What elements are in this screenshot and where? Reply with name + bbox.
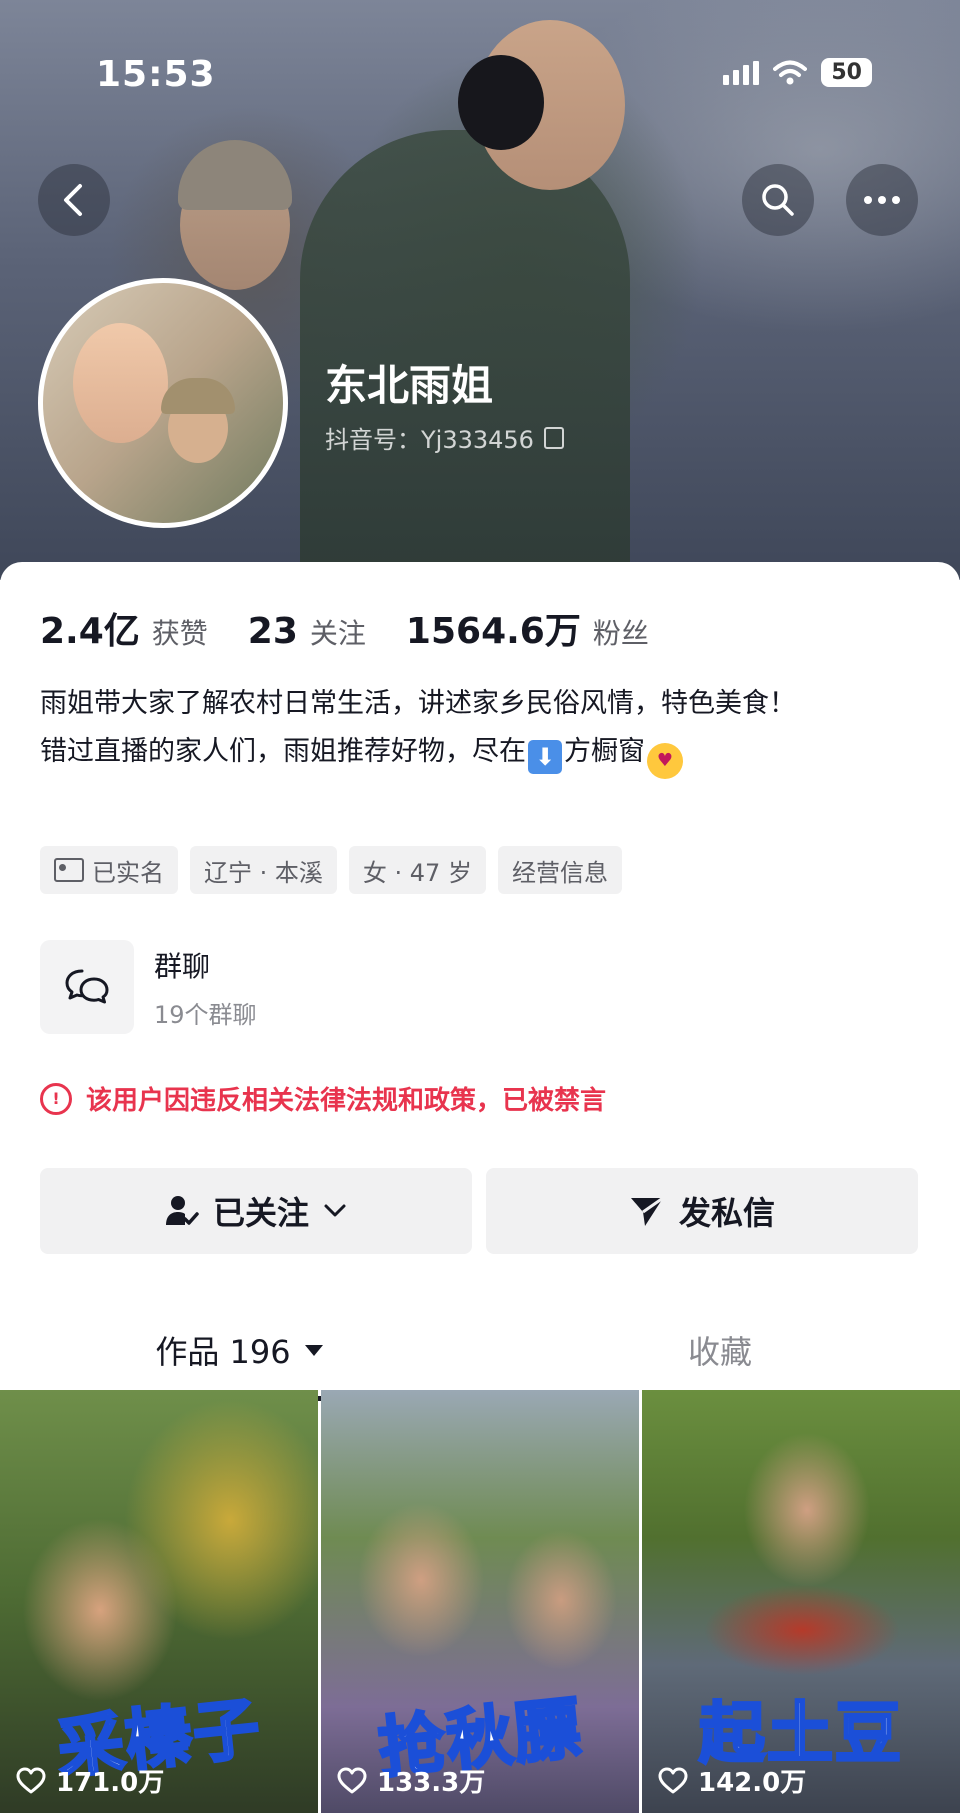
group-chat-count: 19个群聊 <box>154 1000 257 1029</box>
douyin-id[interactable]: 抖音号：Yj333456 <box>325 420 564 455</box>
video-like-count: 142.0万 <box>698 1768 807 1798</box>
video-thumbnail[interactable]: 起土豆 142.0万 <box>642 1390 960 1813</box>
chevron-down-icon <box>324 1204 346 1217</box>
profile-info-card: 2.4亿 获赞 23 关注 1564.6万 粉丝 雨姐带大家了解农村日常生活，讲… <box>0 562 960 1813</box>
tag-location[interactable]: 辽宁 · 本溪 <box>190 846 337 894</box>
video-like-count: 133.3万 <box>377 1768 486 1798</box>
tag-gender-age[interactable]: 女 · 47 岁 <box>348 846 486 894</box>
more-icon <box>864 196 900 204</box>
search-button[interactable] <box>742 164 814 236</box>
warning-icon: ! <box>40 1082 72 1115</box>
battery-indicator: 50 <box>821 58 872 87</box>
douyin-id-text: 抖音号：Yj333456 <box>325 426 534 454</box>
profile-page: 15:53 50 东北雨姐 抖音号：Yj333456 2.4亿 获赞 23 关注… <box>0 0 960 1813</box>
stat-value: 2.4亿 <box>40 611 140 652</box>
stat-label: 获赞 <box>151 617 208 650</box>
heart-icon <box>658 1767 688 1793</box>
bio: 雨姐带大家了解农村日常生活，讲述家乡民俗风情，特色美食！ 错过直播的家人们，雨姐… <box>40 680 920 779</box>
bio-line-2: 错过直播的家人们，雨姐推荐好物，尽在 ⬇ 方橱窗 ♥ <box>40 728 920 779</box>
signal-icon <box>723 60 760 85</box>
stat-following[interactable]: 23 关注 <box>248 611 366 652</box>
group-chat-icon-box <box>40 940 134 1034</box>
video-likes: 133.3万 <box>337 1762 485 1799</box>
stat-value: 1564.6万 <box>405 611 581 652</box>
tag-label: 辽宁 · 本溪 <box>204 858 323 887</box>
tag-business-info[interactable]: 经营信息 <box>497 846 622 894</box>
tag-label: 经营信息 <box>511 858 608 887</box>
user-check-icon <box>165 1196 199 1225</box>
video-thumbnail[interactable]: 采榛子 171.0万 <box>0 1390 318 1813</box>
video-grid: 采榛子 171.0万 抢秋膘 133.3万 起土豆 142.0万 <box>0 1390 960 1813</box>
tab-works[interactable]: 作品 196 <box>0 1302 480 1398</box>
bio-line-1: 雨姐带大家了解农村日常生活，讲述家乡民俗风情，特色美食！ <box>40 688 796 719</box>
video-like-count: 171.0万 <box>56 1768 165 1798</box>
stat-label: 粉丝 <box>592 617 649 650</box>
tab-favorites[interactable]: 收藏 <box>480 1302 960 1398</box>
chevron-left-icon <box>64 184 82 216</box>
more-button[interactable] <box>846 164 918 236</box>
video-thumbnail[interactable]: 抢秋膘 133.3万 <box>321 1390 639 1813</box>
stat-followers[interactable]: 1564.6万 粉丝 <box>406 602 649 654</box>
followed-label: 已关注 <box>212 1194 309 1232</box>
video-likes: 171.0万 <box>16 1762 164 1799</box>
send-message-button[interactable]: 发私信 <box>486 1168 918 1254</box>
caret-down-icon <box>304 1345 323 1356</box>
tab-favorites-label: 收藏 <box>687 1333 752 1371</box>
copy-icon[interactable] <box>543 426 564 449</box>
tag-label: 女 · 47 岁 <box>362 858 472 887</box>
kiss-emoji-icon: ♥ <box>647 743 683 779</box>
banned-notice: ! 该用户因违反相关法律法规和政策，已被禁言 <box>40 1080 606 1117</box>
send-icon <box>630 1196 664 1226</box>
group-chat-entry[interactable]: 群聊 19个群聊 <box>40 940 257 1034</box>
video-likes: 142.0万 <box>658 1762 806 1799</box>
back-button[interactable] <box>38 164 110 236</box>
tab-works-label: 作品 196 <box>155 1333 291 1371</box>
tag-verified[interactable]: 已实名 <box>40 846 178 894</box>
tags-row: 已实名 辽宁 · 本溪 女 · 47 岁 经营信息 <box>40 846 622 894</box>
stat-label: 关注 <box>309 617 366 650</box>
group-chat-text: 群聊 19个群聊 <box>154 945 257 1030</box>
wifi-icon <box>773 60 808 84</box>
status-icons: 50 <box>723 58 872 87</box>
heart-icon <box>16 1767 46 1793</box>
search-icon <box>762 184 794 216</box>
group-chat-title: 群聊 <box>154 949 211 983</box>
down-arrow-emoji-icon: ⬇ <box>528 740 562 774</box>
profile-name: 东北雨姐 <box>325 361 494 410</box>
id-card-icon <box>54 858 84 882</box>
bio-line-2-end: 方橱窗 <box>564 736 645 767</box>
content-tabs: 作品 196 收藏 <box>0 1302 960 1402</box>
followed-button[interactable]: 已关注 <box>40 1168 472 1254</box>
stat-value: 23 <box>247 611 298 652</box>
heart-icon <box>337 1767 367 1793</box>
send-message-label: 发私信 <box>678 1194 775 1232</box>
stats-row: 2.4亿 获赞 23 关注 1564.6万 粉丝 <box>40 602 689 654</box>
stat-likes[interactable]: 2.4亿 获赞 <box>40 602 208 654</box>
tag-label: 已实名 <box>92 858 164 887</box>
status-time: 15:53 <box>96 54 216 95</box>
chat-bubbles-icon <box>65 969 109 1004</box>
bio-line-2-text: 错过直播的家人们，雨姐推荐好物，尽在 <box>40 736 526 767</box>
banned-notice-text: 该用户因违反相关法律法规和政策，已被禁言 <box>86 1086 607 1116</box>
avatar[interactable] <box>38 278 288 528</box>
